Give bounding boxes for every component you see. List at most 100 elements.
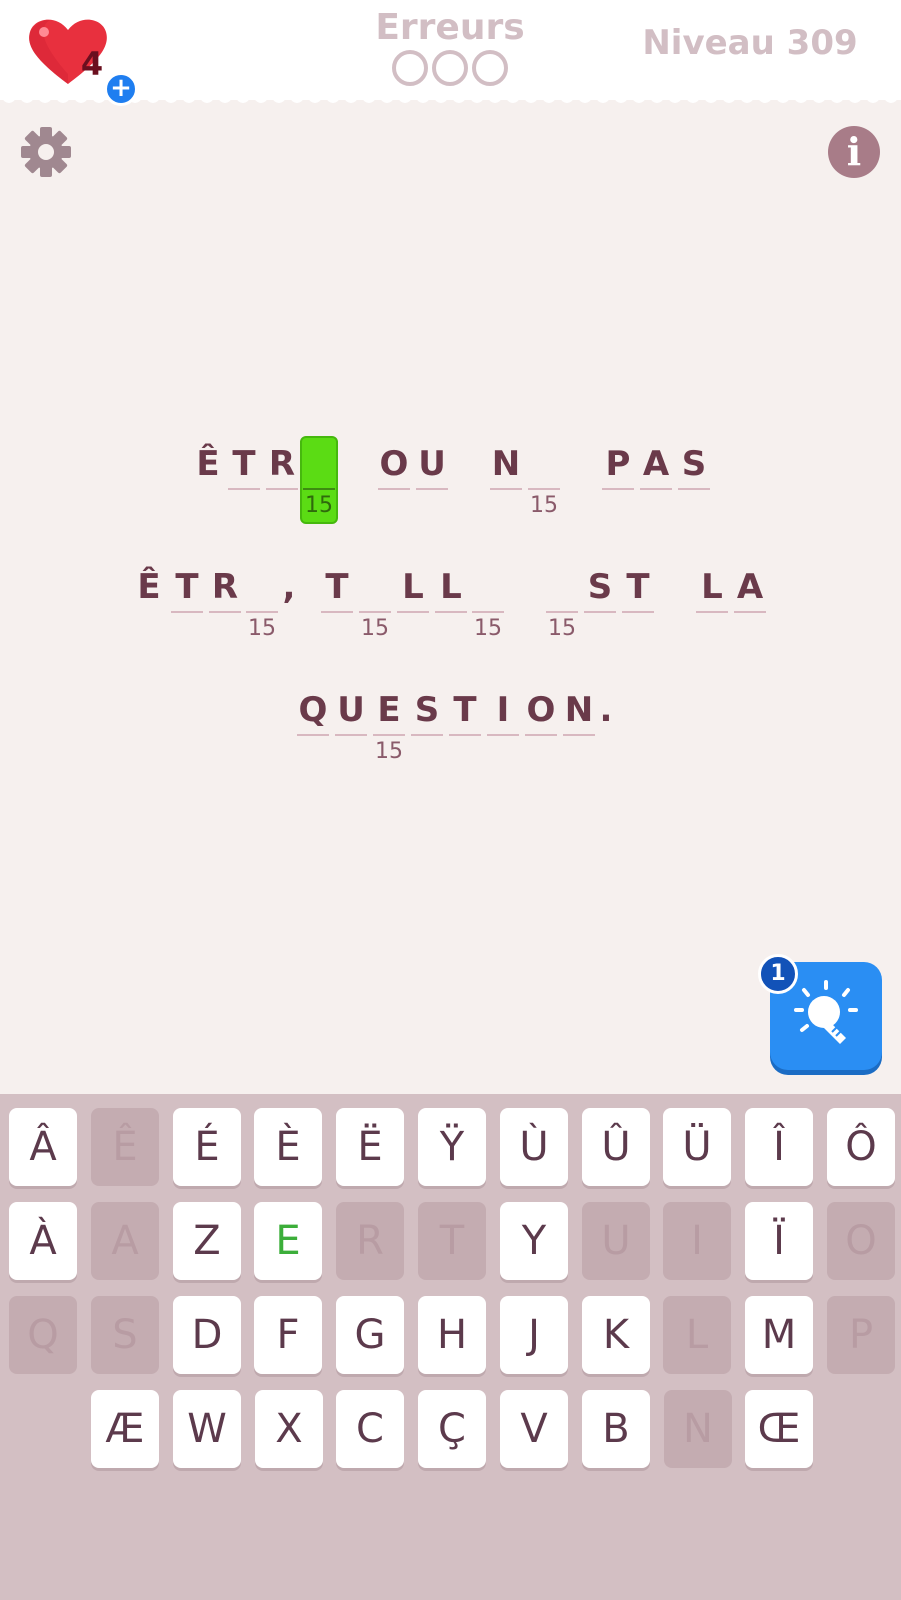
- letter-underline: [546, 611, 578, 613]
- letter-underline: [734, 611, 766, 613]
- key-Ÿ[interactable]: Ÿ: [418, 1108, 486, 1186]
- letter-underline: [416, 488, 448, 490]
- key-G[interactable]: G: [336, 1296, 404, 1374]
- key-O: O: [827, 1202, 895, 1280]
- letter-char: I: [496, 690, 510, 730]
- gear-icon[interactable]: [20, 126, 72, 178]
- letter-cell[interactable]: S: [411, 686, 443, 766]
- letter-char: .: [599, 690, 613, 730]
- key-U: U: [582, 1202, 650, 1280]
- letter-cell[interactable]: S: [678, 440, 710, 520]
- puzzle-line: Ê T R 15 O U N 15 P A S: [0, 436, 901, 540]
- empty-letter-slot[interactable]: 15: [472, 563, 504, 643]
- letter-cell[interactable]: I: [487, 686, 519, 766]
- key-Î[interactable]: Î: [745, 1108, 813, 1186]
- letter-underline: [640, 488, 672, 490]
- letter-code-number: 15: [548, 616, 576, 641]
- key-Ü[interactable]: Ü: [663, 1108, 731, 1186]
- letter-underline: [266, 488, 298, 490]
- key-X[interactable]: X: [255, 1390, 323, 1468]
- key-Ô[interactable]: Ô: [827, 1108, 895, 1186]
- key-M[interactable]: M: [745, 1296, 813, 1374]
- key-P: P: [827, 1296, 895, 1374]
- key-C[interactable]: C: [336, 1390, 404, 1468]
- key-Ù[interactable]: Ù: [500, 1108, 568, 1186]
- letter-cell[interactable]: R: [266, 440, 298, 520]
- letter-cell[interactable]: T: [321, 563, 353, 643]
- key-Æ[interactable]: Æ: [91, 1390, 159, 1468]
- letter-underline: [378, 488, 410, 490]
- key-B[interactable]: B: [582, 1390, 650, 1468]
- key-V[interactable]: V: [500, 1390, 568, 1468]
- letter-cell[interactable]: N: [490, 440, 522, 520]
- key-T: T: [418, 1202, 486, 1280]
- letter-cell[interactable]: Q: [297, 686, 329, 766]
- letter-char: T: [325, 567, 349, 607]
- key-F[interactable]: F: [254, 1296, 322, 1374]
- letter-cell[interactable]: U: [416, 440, 448, 520]
- key-L: L: [663, 1296, 731, 1374]
- letter-cell[interactable]: O: [525, 686, 557, 766]
- key-H[interactable]: H: [418, 1296, 486, 1374]
- key-Û[interactable]: Û: [582, 1108, 650, 1186]
- letter-char: O: [379, 444, 409, 484]
- letter-cell[interactable]: A: [734, 563, 766, 643]
- error-slots: [350, 50, 550, 86]
- key-Œ[interactable]: Œ: [745, 1390, 813, 1468]
- empty-letter-slot[interactable]: 15: [528, 440, 560, 520]
- letter-cell[interactable]: E 15: [373, 686, 405, 766]
- letter-char: S: [414, 690, 440, 730]
- key-É[interactable]: É: [173, 1108, 241, 1186]
- letter-char: S: [587, 567, 613, 607]
- letter-code-number: 15: [361, 616, 389, 641]
- letter-cell[interactable]: L: [435, 563, 467, 643]
- lives-indicator[interactable]: 4 +: [26, 14, 138, 106]
- letter-char: ,: [282, 567, 296, 607]
- empty-letter-slot[interactable]: 15: [359, 563, 391, 643]
- letter-cell[interactable]: A: [640, 440, 672, 520]
- key-J[interactable]: J: [500, 1296, 568, 1374]
- letter-char: T: [175, 567, 199, 607]
- letter-cell[interactable]: P: [602, 440, 634, 520]
- key-I: I: [663, 1202, 731, 1280]
- letter-cell[interactable]: T: [171, 563, 203, 643]
- key-D[interactable]: D: [173, 1296, 241, 1374]
- letter-char: T: [626, 567, 650, 607]
- selected-letter-slot[interactable]: 15: [300, 436, 338, 524]
- key-Ë[interactable]: Ë: [336, 1108, 404, 1186]
- letter-cell[interactable]: O: [378, 440, 410, 520]
- key-Ç[interactable]: Ç: [418, 1390, 486, 1468]
- empty-letter-slot[interactable]: 15: [546, 563, 578, 643]
- letter-code-number: 15: [375, 739, 403, 764]
- key-E[interactable]: E: [254, 1202, 322, 1280]
- key-Â[interactable]: Â: [9, 1108, 77, 1186]
- letter-underline: [528, 488, 560, 490]
- key-Ï[interactable]: Ï: [745, 1202, 813, 1280]
- key-Q: Q: [9, 1296, 77, 1374]
- letter-cell[interactable]: L: [397, 563, 429, 643]
- letter-char: R: [268, 444, 296, 484]
- letter-underline: [487, 734, 519, 736]
- letter-char: P: [605, 444, 631, 484]
- key-À[interactable]: À: [9, 1202, 77, 1280]
- key-Y[interactable]: Y: [500, 1202, 568, 1280]
- letter-underline: [411, 734, 443, 736]
- letter-cell[interactable]: T: [228, 440, 260, 520]
- letter-cell[interactable]: S: [584, 563, 616, 643]
- add-lives-button[interactable]: +: [104, 72, 138, 106]
- letter-cell[interactable]: U: [335, 686, 367, 766]
- key-W[interactable]: W: [173, 1390, 241, 1468]
- info-button[interactable]: i: [828, 126, 880, 178]
- letter-cell[interactable]: L: [696, 563, 728, 643]
- letter-underline: [525, 734, 557, 736]
- puzzle-line: Ê T R 15, T 15 L L 15 15 S T L A: [0, 563, 901, 663]
- key-È[interactable]: È: [254, 1108, 322, 1186]
- letter-cell[interactable]: T: [449, 686, 481, 766]
- letter-cell[interactable]: R: [209, 563, 241, 643]
- key-K[interactable]: K: [582, 1296, 650, 1374]
- letter-char: L: [402, 567, 424, 607]
- letter-keyboard: ÂÊÉÈËŸÙÛÜÎÔ ÀAZERTYUIÏO QSDFGHJKLMP ÆWXCÇVB…: [0, 1094, 901, 1600]
- letter-underline: [472, 611, 504, 613]
- key-Z[interactable]: Z: [173, 1202, 241, 1280]
- letter-cell[interactable]: T: [622, 563, 654, 643]
